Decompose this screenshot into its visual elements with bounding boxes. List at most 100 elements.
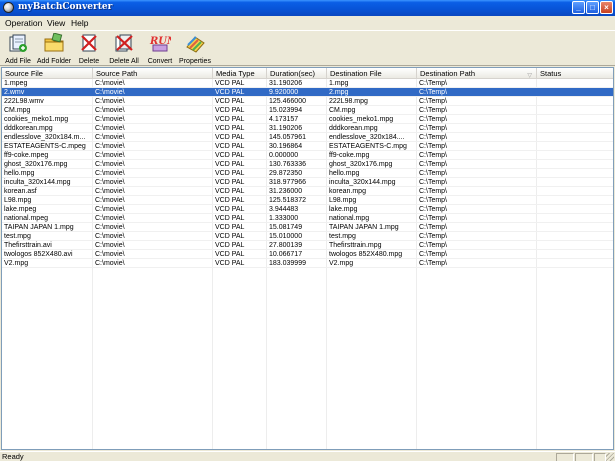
maximize-button[interactable]: □	[586, 1, 599, 14]
resize-grip[interactable]	[606, 453, 614, 461]
table-row[interactable]: twologos 852X480.avi C:\movie\ VCD PAL 10.0…	[2, 250, 613, 259]
add-file-label: Add File	[5, 58, 31, 65]
table-cell: VCD PAL	[215, 89, 245, 96]
table-cell: CM.mpg	[4, 107, 31, 114]
table-cell: lake.mpg	[329, 206, 358, 213]
table-row[interactable]: endlesslove_320x184.m... C:\movie\ VCD PAL…	[2, 133, 613, 142]
table-cell: 2.mpg	[329, 89, 349, 96]
table-row[interactable]: V2.mpg C:\movie\ VCD PAL 183.039999 V2.mpg C:…	[2, 259, 613, 268]
table-cell: V2.mpg	[329, 260, 354, 267]
column-duration[interactable]: Duration(sec)	[267, 68, 327, 79]
column-source-file[interactable]: Source File	[2, 68, 93, 79]
table-cell: C:\movie\	[95, 242, 125, 249]
table-cell: ghost_320x176.mpg	[329, 161, 393, 168]
column-media-type[interactable]: Media Type	[213, 68, 267, 79]
table-cell: 183.039999	[269, 260, 306, 267]
table-cell: 31.190206	[269, 125, 303, 132]
table-cell: VCD PAL	[215, 116, 245, 123]
window-title: myBatchConverter	[18, 2, 113, 12]
convert-button[interactable]: RUN Convert	[146, 33, 174, 65]
table-row[interactable]: 2.wmv C:\movie\ VCD PAL 9.920000 2.mpg C:\Tem…	[2, 88, 613, 97]
column-destination-path[interactable]: Destination Path ▽	[417, 68, 537, 79]
table-row[interactable]: 222L98.wmv C:\movie\ VCD PAL 125.466000 222L…	[2, 97, 613, 106]
table-row[interactable]: dddkorean.mpg C:\movie\ VCD PAL 31.190206 dd…	[2, 124, 613, 133]
table-cell: hello.mpg	[329, 170, 360, 177]
table-cell: 27.800139	[269, 242, 303, 249]
table-cell	[537, 142, 613, 151]
add-file-button[interactable]: Add File	[3, 33, 33, 65]
table-cell: C:\movie\	[95, 134, 125, 141]
table-cell: ff9-coke.mpeg	[4, 152, 49, 159]
table-row[interactable]: cookies_meko1.mpg C:\movie\ VCD PAL 4.17315…	[2, 115, 613, 124]
table-cell: VCD PAL	[215, 143, 245, 150]
table-cell: 10.066717	[269, 251, 303, 258]
table-row[interactable]: CM.mpg C:\movie\ VCD PAL 15.023994 CM.mpg C:\…	[2, 106, 613, 115]
table-cell	[537, 178, 613, 187]
file-list[interactable]: Source File Source Path Media Type Durat…	[1, 67, 614, 450]
table-cell: C:\Temp\	[419, 161, 448, 168]
table-cell: TAIPAN JAPAN 1.mpg	[4, 224, 74, 231]
table-cell: L98.mpg	[4, 197, 32, 204]
table-cell: C:\movie\	[95, 215, 125, 222]
add-folder-button[interactable]: Add Folder	[36, 33, 72, 65]
table-cell: 29.872350	[269, 170, 303, 177]
table-row[interactable]: national.mpeg C:\movie\ VCD PAL 1.333000 nat…	[2, 214, 613, 223]
table-cell: inculta_320x144.mpg	[4, 179, 71, 186]
table-cell: TAIPAN JAPAN 1.mpg	[329, 224, 399, 231]
table-row[interactable]: ESTATEAGENTS-C.mpeg C:\movie\ VCD PAL 30.19…	[2, 142, 613, 151]
table-cell: cookies_meko1.mpg	[4, 116, 69, 123]
properties-button[interactable]: Properties	[178, 33, 212, 65]
status-bar: Ready	[0, 451, 615, 461]
delete-button[interactable]: Delete	[76, 33, 102, 65]
table-cell: 15.081749	[269, 224, 303, 231]
table-cell: C:\Temp\	[419, 242, 448, 249]
delete-icon	[81, 34, 97, 52]
menu-operation[interactable]: Operation	[5, 18, 42, 28]
table-row[interactable]: 1.mpeg C:\movie\ VCD PAL 31.190206 1.mpg C:\T…	[2, 79, 613, 88]
table-cell	[537, 115, 613, 124]
column-destination-file[interactable]: Destination File	[327, 68, 417, 79]
table-cell: national.mpg	[329, 215, 370, 222]
table-row[interactable]: hello.mpg C:\movie\ VCD PAL 29.872350 hello.…	[2, 169, 613, 178]
table-cell: VCD PAL	[215, 152, 245, 159]
table-cell: C:\movie\	[95, 125, 125, 132]
properties-label: Properties	[179, 58, 211, 65]
table-cell: 2.wmv	[4, 89, 25, 96]
menu-help[interactable]: Help	[71, 18, 88, 28]
table-cell: inculta_320x144.mpg	[329, 179, 396, 186]
table-cell: cookies_meko1.mpg	[329, 116, 394, 123]
table-cell: C:\movie\	[95, 179, 125, 186]
table-row[interactable]: inculta_320x144.mpg C:\movie\ VCD PAL 318.9…	[2, 178, 613, 187]
table-cell: 1.333000	[269, 215, 299, 222]
table-row[interactable]: ghost_320x176.mpg C:\movie\ VCD PAL 130.763…	[2, 160, 613, 169]
column-status[interactable]: Status	[537, 68, 613, 79]
properties-icon	[186, 36, 205, 53]
delete-all-button[interactable]: Delete All	[107, 33, 141, 65]
table-cell: 15.023994	[269, 107, 303, 114]
table-cell	[537, 160, 613, 169]
table-cell: C:\movie\	[95, 161, 125, 168]
table-cell	[537, 79, 613, 88]
table-row[interactable]: lake.mpeg C:\movie\ VCD PAL 3.944483 lake.mp…	[2, 205, 613, 214]
column-source-path[interactable]: Source Path	[93, 68, 213, 79]
menu-view[interactable]: View	[47, 18, 65, 28]
close-button[interactable]: ×	[600, 1, 613, 14]
table-row[interactable]: korean.asf C:\movie\ VCD PAL 31.236000 korea…	[2, 187, 613, 196]
table-cell: C:\movie\	[95, 116, 125, 123]
table-row[interactable]: TAIPAN JAPAN 1.mpg C:\movie\ VCD PAL 15.081…	[2, 223, 613, 232]
table-cell: L98.mpg	[329, 197, 357, 204]
table-cell: C:\movie\	[95, 224, 125, 231]
minimize-button[interactable]: _	[572, 1, 585, 14]
delete-all-label: Delete All	[109, 58, 139, 65]
table-cell: C:\movie\	[95, 233, 125, 240]
table-row[interactable]: ff9-coke.mpeg C:\movie\ VCD PAL 0.000000 ff9…	[2, 151, 613, 160]
table-row[interactable]: Thefirsttrain.avi C:\movie\ VCD PAL 27.8001…	[2, 241, 613, 250]
table-cell: 31.190206	[269, 80, 303, 87]
table-row[interactable]: L98.mpg C:\movie\ VCD PAL 125.518372 L98.mpg…	[2, 196, 613, 205]
app-icon	[3, 2, 14, 13]
table-cell: 4.173157	[269, 116, 299, 123]
table-cell: 125.518372	[269, 197, 306, 204]
table-row[interactable]: test.mpg C:\movie\ VCD PAL 15.010000 test.mp…	[2, 232, 613, 241]
title-bar: myBatchConverter _ □ ×	[0, 0, 615, 16]
table-cell	[537, 259, 613, 268]
